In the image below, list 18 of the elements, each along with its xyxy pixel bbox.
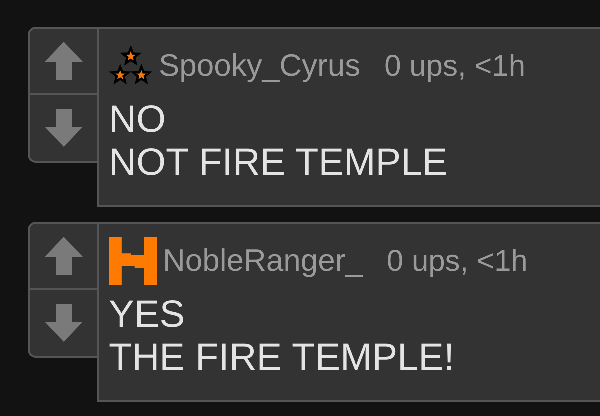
comment-text: NO — [109, 99, 167, 142]
stars-icon — [109, 46, 153, 86]
downvote-button[interactable] — [28, 95, 97, 163]
comment-meta: 0 ups, <1h — [386, 244, 528, 280]
comment-meta: 0 ups, <1h — [384, 48, 526, 84]
down-arrow-icon — [42, 107, 84, 149]
comment-text: NOT FIRE TEMPLE — [109, 142, 449, 185]
upvote-button[interactable] — [28, 222, 97, 290]
down-arrow-icon — [42, 302, 84, 344]
up-arrow-icon — [42, 235, 84, 277]
comment-text: THE FIRE TEMPLE! — [109, 337, 456, 380]
upvote-button[interactable] — [28, 27, 97, 95]
logo-icon — [109, 237, 157, 285]
comment-text: YES — [109, 294, 186, 337]
up-arrow-icon — [42, 40, 84, 82]
downvote-button[interactable] — [28, 290, 97, 358]
username-link[interactable]: NobleRanger_ — [163, 238, 363, 284]
username-link[interactable]: Spooky_Cyrus — [159, 42, 361, 90]
